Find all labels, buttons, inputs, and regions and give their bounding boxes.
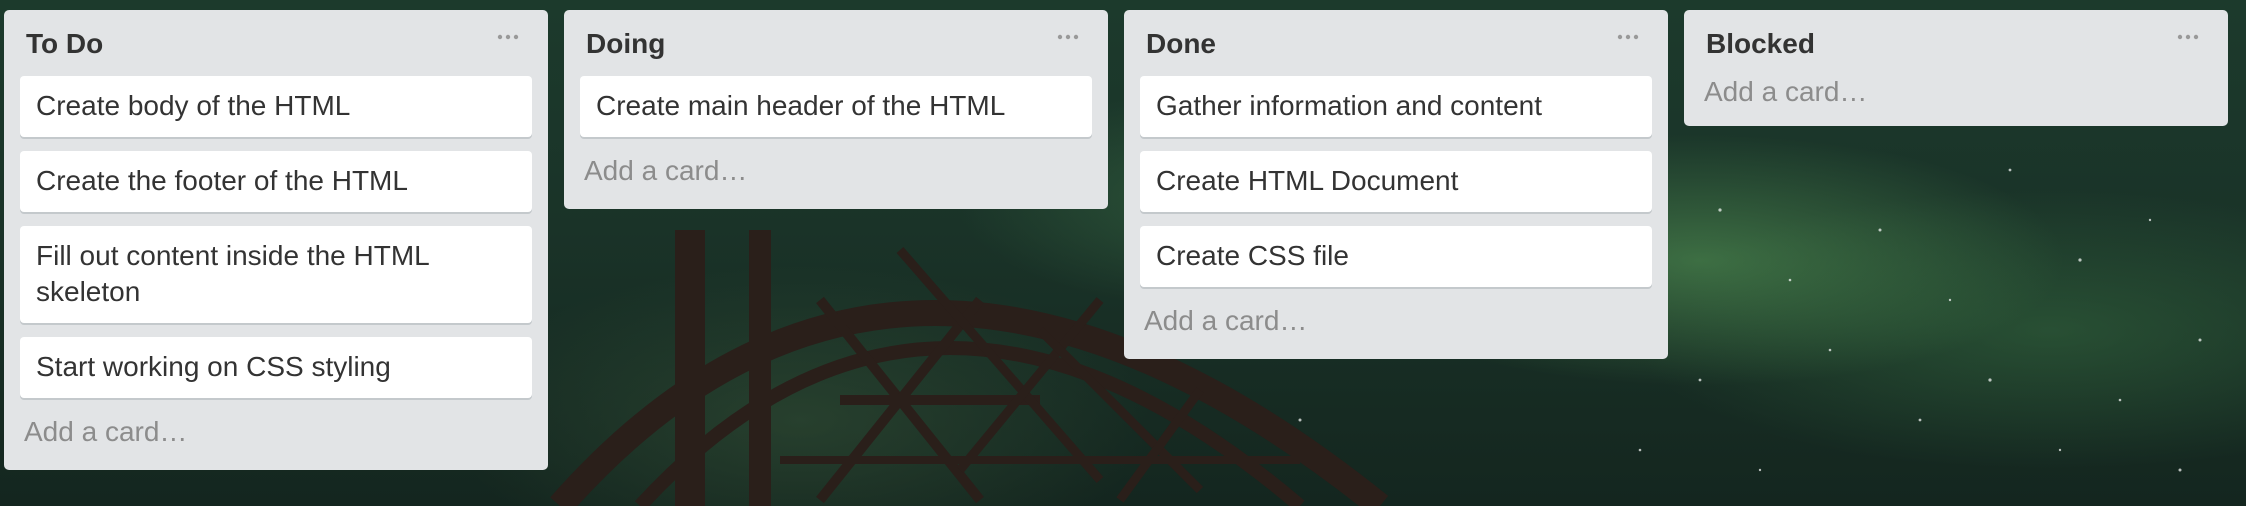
card[interactable]: Create CSS file [1140, 226, 1652, 287]
ellipsis-icon[interactable] [1610, 22, 1646, 52]
card[interactable]: Create the footer of the HTML [20, 151, 532, 212]
list-header: Done [1140, 10, 1652, 76]
card[interactable]: Create main header of the HTML [580, 76, 1092, 137]
list-title[interactable]: Done [1146, 28, 1216, 60]
card[interactable]: Create body of the HTML [20, 76, 532, 137]
add-card-button[interactable]: Add a card… [20, 412, 532, 470]
list-header: To Do [20, 10, 532, 76]
card[interactable]: Start working on CSS styling [20, 337, 532, 398]
list-done: Done Gather information and content Crea… [1124, 10, 1668, 359]
ellipsis-icon[interactable] [1050, 22, 1086, 52]
list-doing: Doing Create main header of the HTML Add… [564, 10, 1108, 209]
list-title[interactable]: Doing [586, 28, 665, 60]
board: To Do Create body of the HTML Create the… [0, 0, 2246, 506]
card[interactable]: Gather information and content [1140, 76, 1652, 137]
list-blocked: Blocked Add a card… [1684, 10, 2228, 126]
ellipsis-icon[interactable] [490, 22, 526, 52]
add-card-button[interactable]: Add a card… [580, 151, 1092, 209]
list-title[interactable]: To Do [26, 28, 103, 60]
list-header: Doing [580, 10, 1092, 76]
list-header: Blocked [1700, 10, 2212, 76]
card[interactable]: Create HTML Document [1140, 151, 1652, 212]
add-card-button[interactable]: Add a card… [1140, 301, 1652, 359]
list-title[interactable]: Blocked [1706, 28, 1815, 60]
add-card-button[interactable]: Add a card… [1700, 76, 2212, 126]
list-to-do: To Do Create body of the HTML Create the… [4, 10, 548, 470]
ellipsis-icon[interactable] [2170, 22, 2206, 52]
card[interactable]: Fill out content inside the HTML skeleto… [20, 226, 532, 323]
